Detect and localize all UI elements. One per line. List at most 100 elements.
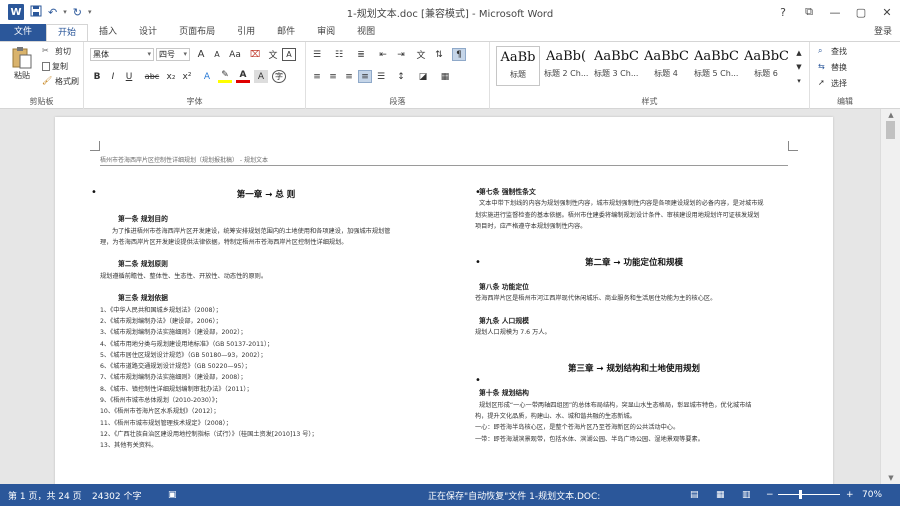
char-shading-icon[interactable]: A: [254, 70, 268, 83]
scissors-icon: ✂: [42, 46, 49, 55]
cut-label: 剪切: [55, 47, 71, 56]
page-count[interactable]: 第 1 页，共 24 页: [8, 489, 82, 502]
replace-button[interactable]: ⇆ 替换: [818, 62, 847, 73]
style-heading-3[interactable]: AaBbC 标题 3 Ch...: [594, 46, 638, 86]
basis-item: 13、其他有关资料。: [100, 442, 158, 450]
borders-icon[interactable]: ▦: [438, 70, 452, 83]
close-button[interactable]: ✕: [874, 0, 900, 24]
find-button[interactable]: ⌕ 查找: [818, 46, 847, 57]
maximize-button[interactable]: ▢: [848, 0, 874, 24]
crop-mark-icon: [90, 141, 100, 151]
read-mode-icon[interactable]: ▤: [690, 490, 699, 500]
font-size-combo[interactable]: 四号: [156, 48, 190, 61]
tab-mailings[interactable]: 邮件: [266, 24, 306, 41]
tab-references[interactable]: 引用: [226, 24, 266, 41]
zoom-out-icon[interactable]: −: [766, 490, 774, 500]
scroll-down-icon[interactable]: ▼: [881, 474, 900, 482]
zoom-level[interactable]: 70%: [862, 490, 882, 500]
document-page[interactable]: 梧州市苍海西岸片区控制性详细规划（规划报批稿） - 规划文本 • • • • 第…: [55, 117, 833, 484]
superscript-button[interactable]: x²: [180, 70, 194, 83]
format-painter-button[interactable]: 🖌 格式刷: [42, 76, 79, 87]
bullets-icon[interactable]: ☰: [310, 48, 324, 61]
align-right-icon[interactable]: ≡: [342, 70, 356, 83]
font-name-combo[interactable]: 黑体: [90, 48, 154, 61]
customize-qat-icon[interactable]: ▾: [88, 8, 92, 16]
minimize-button[interactable]: —: [822, 0, 848, 24]
increase-indent-icon[interactable]: ⇥: [394, 48, 408, 61]
tab-file[interactable]: 文件: [0, 24, 47, 41]
redo-icon[interactable]: ↻: [73, 6, 82, 19]
styles-scroll-up-icon[interactable]: ▲: [792, 46, 806, 59]
phonetic-icon[interactable]: 文: [266, 48, 280, 61]
save-icon[interactable]: [30, 5, 42, 20]
undo-dropdown-icon[interactable]: ▾: [63, 8, 67, 16]
text-effects-icon[interactable]: A: [200, 70, 214, 83]
vertical-scrollbar[interactable]: ▲ ▼: [880, 109, 900, 484]
sort-icon[interactable]: ⇅: [432, 48, 446, 61]
align-center-icon[interactable]: ≡: [326, 70, 340, 83]
zoom-slider-thumb[interactable]: [798, 490, 802, 499]
paste-button[interactable]: 粘贴: [8, 46, 36, 81]
tab-home[interactable]: 开始: [46, 24, 89, 41]
shrink-font-button[interactable]: A: [210, 48, 224, 61]
style-heading-2[interactable]: AaBb( 标题 2 Ch...: [544, 46, 588, 86]
tab-design[interactable]: 设计: [128, 24, 168, 41]
autosave-status: 正在保存"自动恢复"文件 1-规划文本.DOC:: [428, 491, 601, 502]
grow-font-button[interactable]: A: [194, 48, 208, 61]
italic-button[interactable]: I: [106, 70, 120, 83]
word-count[interactable]: 24302 个字: [92, 489, 142, 502]
multilevel-list-icon[interactable]: ≣: [354, 48, 368, 61]
styles-more-icon[interactable]: ▾: [792, 74, 806, 87]
tab-insert[interactable]: 插入: [88, 24, 128, 41]
page-header[interactable]: 梧州市苍海西岸片区控制性详细规划（规划报批稿） - 规划文本: [100, 155, 268, 164]
align-left-icon[interactable]: ≡: [310, 70, 324, 83]
style-heading-6[interactable]: AaBbCc 标题 6: [744, 46, 788, 86]
style-title[interactable]: AaBb 标题: [496, 46, 540, 86]
zoom-in-icon[interactable]: +: [846, 490, 854, 500]
show-marks-icon[interactable]: ¶: [452, 48, 466, 61]
distributed-icon[interactable]: ☰: [374, 70, 388, 83]
paragraph-group: ☰ ☷ ≣ ⇤ ⇥ 文 ⇅ ¶ ≡ ≡ ≡ ≡ ☰ ↕ ◪ ▦ 段落: [306, 42, 490, 109]
copy-button[interactable]: 复制: [42, 61, 68, 72]
underline-button[interactable]: U: [122, 70, 136, 83]
cut-button[interactable]: ✂ 剪切: [42, 46, 71, 57]
style-sample: AaBbCc: [744, 49, 788, 64]
line-spacing-icon[interactable]: ↕: [394, 70, 408, 83]
body-text: 理，为苍海西岸片区开发建设提供法律依据，特制定梧州市苍海西岸片区控制性详细规划。: [100, 238, 348, 246]
zoom-slider[interactable]: [778, 490, 840, 499]
ribbon-display-button[interactable]: ⧉: [796, 0, 822, 24]
justify-icon[interactable]: ≡: [358, 70, 372, 83]
chinese-layout-icon[interactable]: 文: [414, 48, 428, 61]
highlight-icon[interactable]: ✎: [218, 70, 232, 83]
shading-icon[interactable]: ◪: [416, 70, 430, 83]
basis-item: 9、《梧州市城市总体规划（2010-2030）》；: [100, 397, 222, 405]
style-heading-5[interactable]: AaBbC 标题 5 Ch...: [694, 46, 738, 86]
document-area[interactable]: 梧州市苍海西岸片区控制性详细规划（规划报批稿） - 规划文本 • • • • 第…: [0, 109, 880, 484]
article-title: 第十条 规划结构: [479, 389, 529, 398]
scroll-up-icon[interactable]: ▲: [881, 111, 900, 119]
tab-review[interactable]: 审阅: [306, 24, 346, 41]
undo-icon[interactable]: ↶: [48, 6, 57, 19]
tab-view[interactable]: 视图: [346, 24, 386, 41]
scroll-thumb[interactable]: [886, 121, 895, 139]
web-layout-icon[interactable]: ▥: [742, 490, 751, 500]
strikethrough-button[interactable]: abc: [142, 70, 162, 83]
clear-format-icon[interactable]: ⌧: [248, 48, 262, 61]
enclose-char-icon[interactable]: 字: [272, 70, 286, 83]
sign-in-link[interactable]: 登录: [874, 24, 892, 37]
tab-page-layout[interactable]: 页面布局: [168, 24, 226, 41]
style-heading-4[interactable]: AaBbC 标题 4: [644, 46, 688, 86]
macro-record-icon[interactable]: ▣: [168, 490, 177, 500]
select-button[interactable]: ➚ 选择: [818, 78, 847, 89]
print-layout-icon[interactable]: ▦: [716, 490, 725, 500]
help-button[interactable]: ?: [770, 0, 796, 24]
font-color-icon[interactable]: A: [236, 70, 250, 83]
decrease-indent-icon[interactable]: ⇤: [376, 48, 390, 61]
bold-button[interactable]: B: [90, 70, 104, 83]
styles-scroll-down-icon[interactable]: ▼: [792, 60, 806, 73]
change-case-button[interactable]: Aa: [226, 48, 244, 61]
word-app-icon[interactable]: W: [8, 4, 24, 20]
subscript-button[interactable]: x₂: [164, 70, 178, 83]
numbering-icon[interactable]: ☷: [332, 48, 346, 61]
char-border-icon[interactable]: A: [282, 48, 296, 61]
